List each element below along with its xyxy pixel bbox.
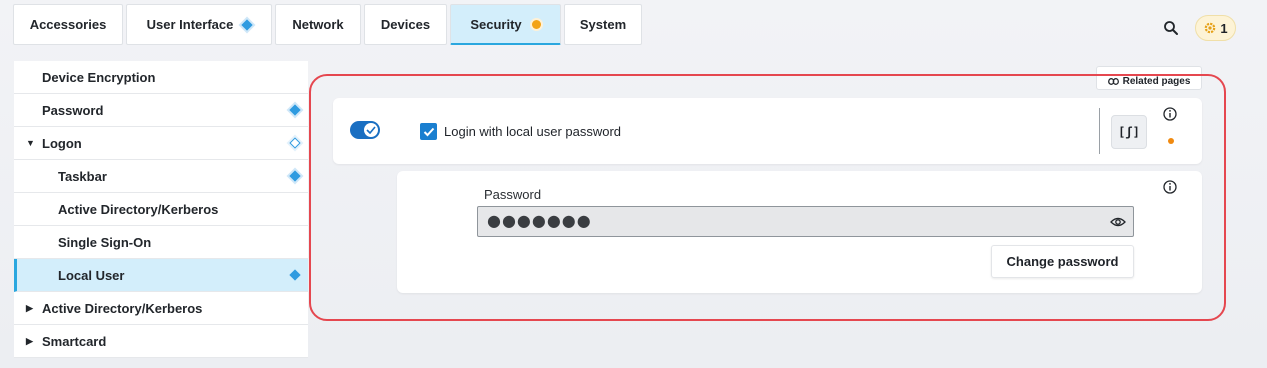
notification-badge[interactable]: 1 xyxy=(1195,15,1236,41)
check-icon xyxy=(366,126,376,134)
eye-icon[interactable] xyxy=(1110,215,1126,229)
partial-diamond-icon xyxy=(289,137,301,149)
sidebar-item-label: Password xyxy=(42,102,104,118)
divider xyxy=(1099,108,1100,154)
changed-diamond-icon xyxy=(289,170,301,182)
sidebar-item-single-sign-on[interactable]: Single Sign-On xyxy=(14,226,308,259)
tab-label: Accessories xyxy=(29,17,107,32)
tab-system[interactable]: System xyxy=(564,4,642,45)
sidebar-item-label: Device Encryption xyxy=(42,69,156,85)
tab-security[interactable]: Security xyxy=(450,4,561,45)
sidebar-item-label: Active Directory/Kerberos xyxy=(42,300,203,316)
caret-right-icon[interactable]: ▶ xyxy=(26,303,33,314)
login-local-password-checkbox[interactable] xyxy=(420,123,437,140)
sidebar-item-label: Single Sign-On xyxy=(58,234,152,250)
sidebar-item-logon[interactable]: ▼ Logon xyxy=(14,127,308,160)
changed-diamond-icon xyxy=(241,18,254,31)
search-icon[interactable] xyxy=(1163,20,1179,36)
sidebar-item-logon-active-directory[interactable]: Active Directory/Kerberos xyxy=(14,193,308,226)
link-icon xyxy=(1107,77,1119,85)
password-value: ●●●●●●● xyxy=(487,211,592,230)
changed-diamond-icon xyxy=(289,104,301,116)
sidebar-item-label: Logon xyxy=(42,135,82,151)
tab-devices[interactable]: Devices xyxy=(364,4,447,45)
script-button[interactable]: [ʃ] xyxy=(1111,115,1147,149)
password-field[interactable]: ●●●●●●● xyxy=(477,206,1134,237)
tab-label: System xyxy=(579,17,627,32)
tab-label: Devices xyxy=(380,17,431,32)
sidebar-item-active-directory[interactable]: ▶ Active Directory/Kerberos xyxy=(14,292,308,325)
local-user-login-setting-card: Login with local user password [ʃ] xyxy=(333,98,1202,164)
tab-label: User Interface xyxy=(146,17,234,32)
tab-accessories[interactable]: Accessories xyxy=(13,4,123,45)
sidebar-item-label: Local User xyxy=(58,267,125,283)
sidebar: Device Encryption Password ▼ Logon Taskba… xyxy=(14,61,308,358)
sidebar-item-label: Active Directory/Kerberos xyxy=(58,201,219,217)
password-card: Password ●●●●●●● Change password xyxy=(397,171,1202,293)
gear-warning-icon xyxy=(1205,22,1216,34)
related-pages-label: Related pages xyxy=(1122,75,1191,87)
tab-label: Security xyxy=(470,16,522,32)
sidebar-item-taskbar[interactable]: Taskbar xyxy=(14,160,308,193)
tab-user-interface[interactable]: User Interface xyxy=(126,4,272,45)
toggle-knob xyxy=(364,123,378,137)
modified-status-dot xyxy=(1168,138,1174,144)
sidebar-item-label: Taskbar xyxy=(58,168,107,184)
change-password-button[interactable]: Change password xyxy=(991,245,1134,278)
sidebar-item-device-encryption[interactable]: Device Encryption xyxy=(14,61,308,94)
sidebar-item-local-user[interactable]: Local User xyxy=(14,259,308,292)
related-pages-button[interactable]: Related pages xyxy=(1096,66,1202,90)
notification-count: 1 xyxy=(1220,20,1228,36)
enable-toggle[interactable] xyxy=(350,121,380,139)
password-label: Password xyxy=(484,187,542,202)
tab-label: Network xyxy=(292,17,344,32)
login-local-password-label: Login with local user password xyxy=(444,124,622,139)
top-tab-bar: Accessories User Interface Network Devic… xyxy=(13,4,642,45)
info-icon[interactable] xyxy=(1163,107,1177,121)
caret-down-icon[interactable]: ▼ xyxy=(26,138,35,148)
sidebar-item-password[interactable]: Password xyxy=(14,94,308,127)
info-icon[interactable] xyxy=(1163,180,1177,194)
caret-right-icon[interactable]: ▶ xyxy=(26,336,33,347)
checkmark-icon xyxy=(423,127,434,136)
sidebar-item-label: Smartcard xyxy=(42,333,107,349)
modified-dot-icon xyxy=(531,19,541,29)
sidebar-item-smartcard[interactable]: ▶ Smartcard xyxy=(14,325,308,358)
tab-network[interactable]: Network xyxy=(275,4,361,45)
changed-diamond-icon xyxy=(289,269,301,281)
